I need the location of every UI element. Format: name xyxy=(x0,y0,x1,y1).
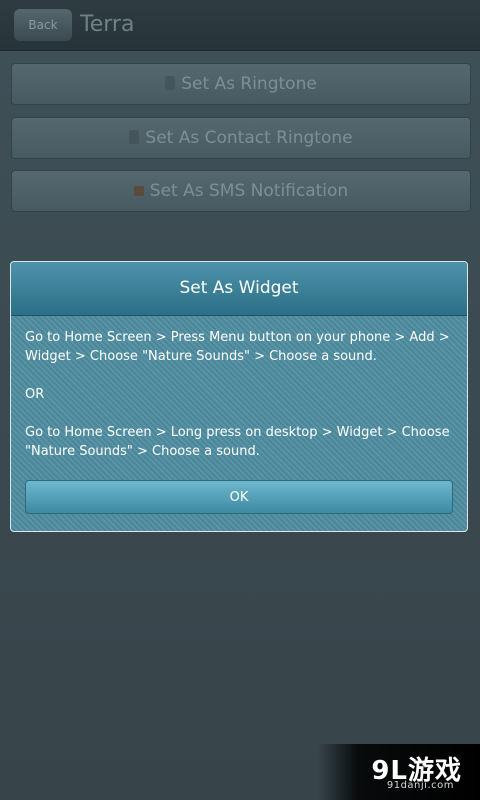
instructions-menu-method: Go to Home Screen > Press Menu button on… xyxy=(25,330,450,364)
app-title: Terra xyxy=(80,12,135,37)
set-as-contact-ringtone-button[interactable]: Set As Contact Ringtone xyxy=(11,117,471,159)
set-as-ringtone-label: Set As Ringtone xyxy=(181,74,317,94)
envelope-icon xyxy=(133,186,144,196)
watermark-url: 91danji.com xyxy=(386,780,454,791)
set-as-sms-notification-button[interactable]: Set As SMS Notification xyxy=(11,170,471,212)
watermark: 9L游戏 91danji.com xyxy=(318,744,480,800)
back-button[interactable]: Back xyxy=(14,9,72,41)
dialog-title: Set As Widget xyxy=(179,278,299,298)
set-as-ringtone-button[interactable]: Set As Ringtone xyxy=(11,63,471,105)
phone-icon xyxy=(165,76,176,90)
set-as-contact-ringtone-label: Set As Contact Ringtone xyxy=(145,128,353,148)
instructions-long-press-method: Go to Home Screen > Long press on deskto… xyxy=(25,425,450,459)
ok-button[interactable]: OK xyxy=(25,480,453,514)
instructions-or-separator: OR xyxy=(25,387,45,402)
app-header: Back Terra xyxy=(0,0,480,51)
set-as-sms-notification-label: Set As SMS Notification xyxy=(149,181,349,201)
contact-icon xyxy=(129,130,140,144)
set-as-widget-dialog: Set As Widget Go to Home Screen > Press … xyxy=(10,261,468,532)
dialog-message: Go to Home Screen > Press Menu button on… xyxy=(25,328,453,480)
